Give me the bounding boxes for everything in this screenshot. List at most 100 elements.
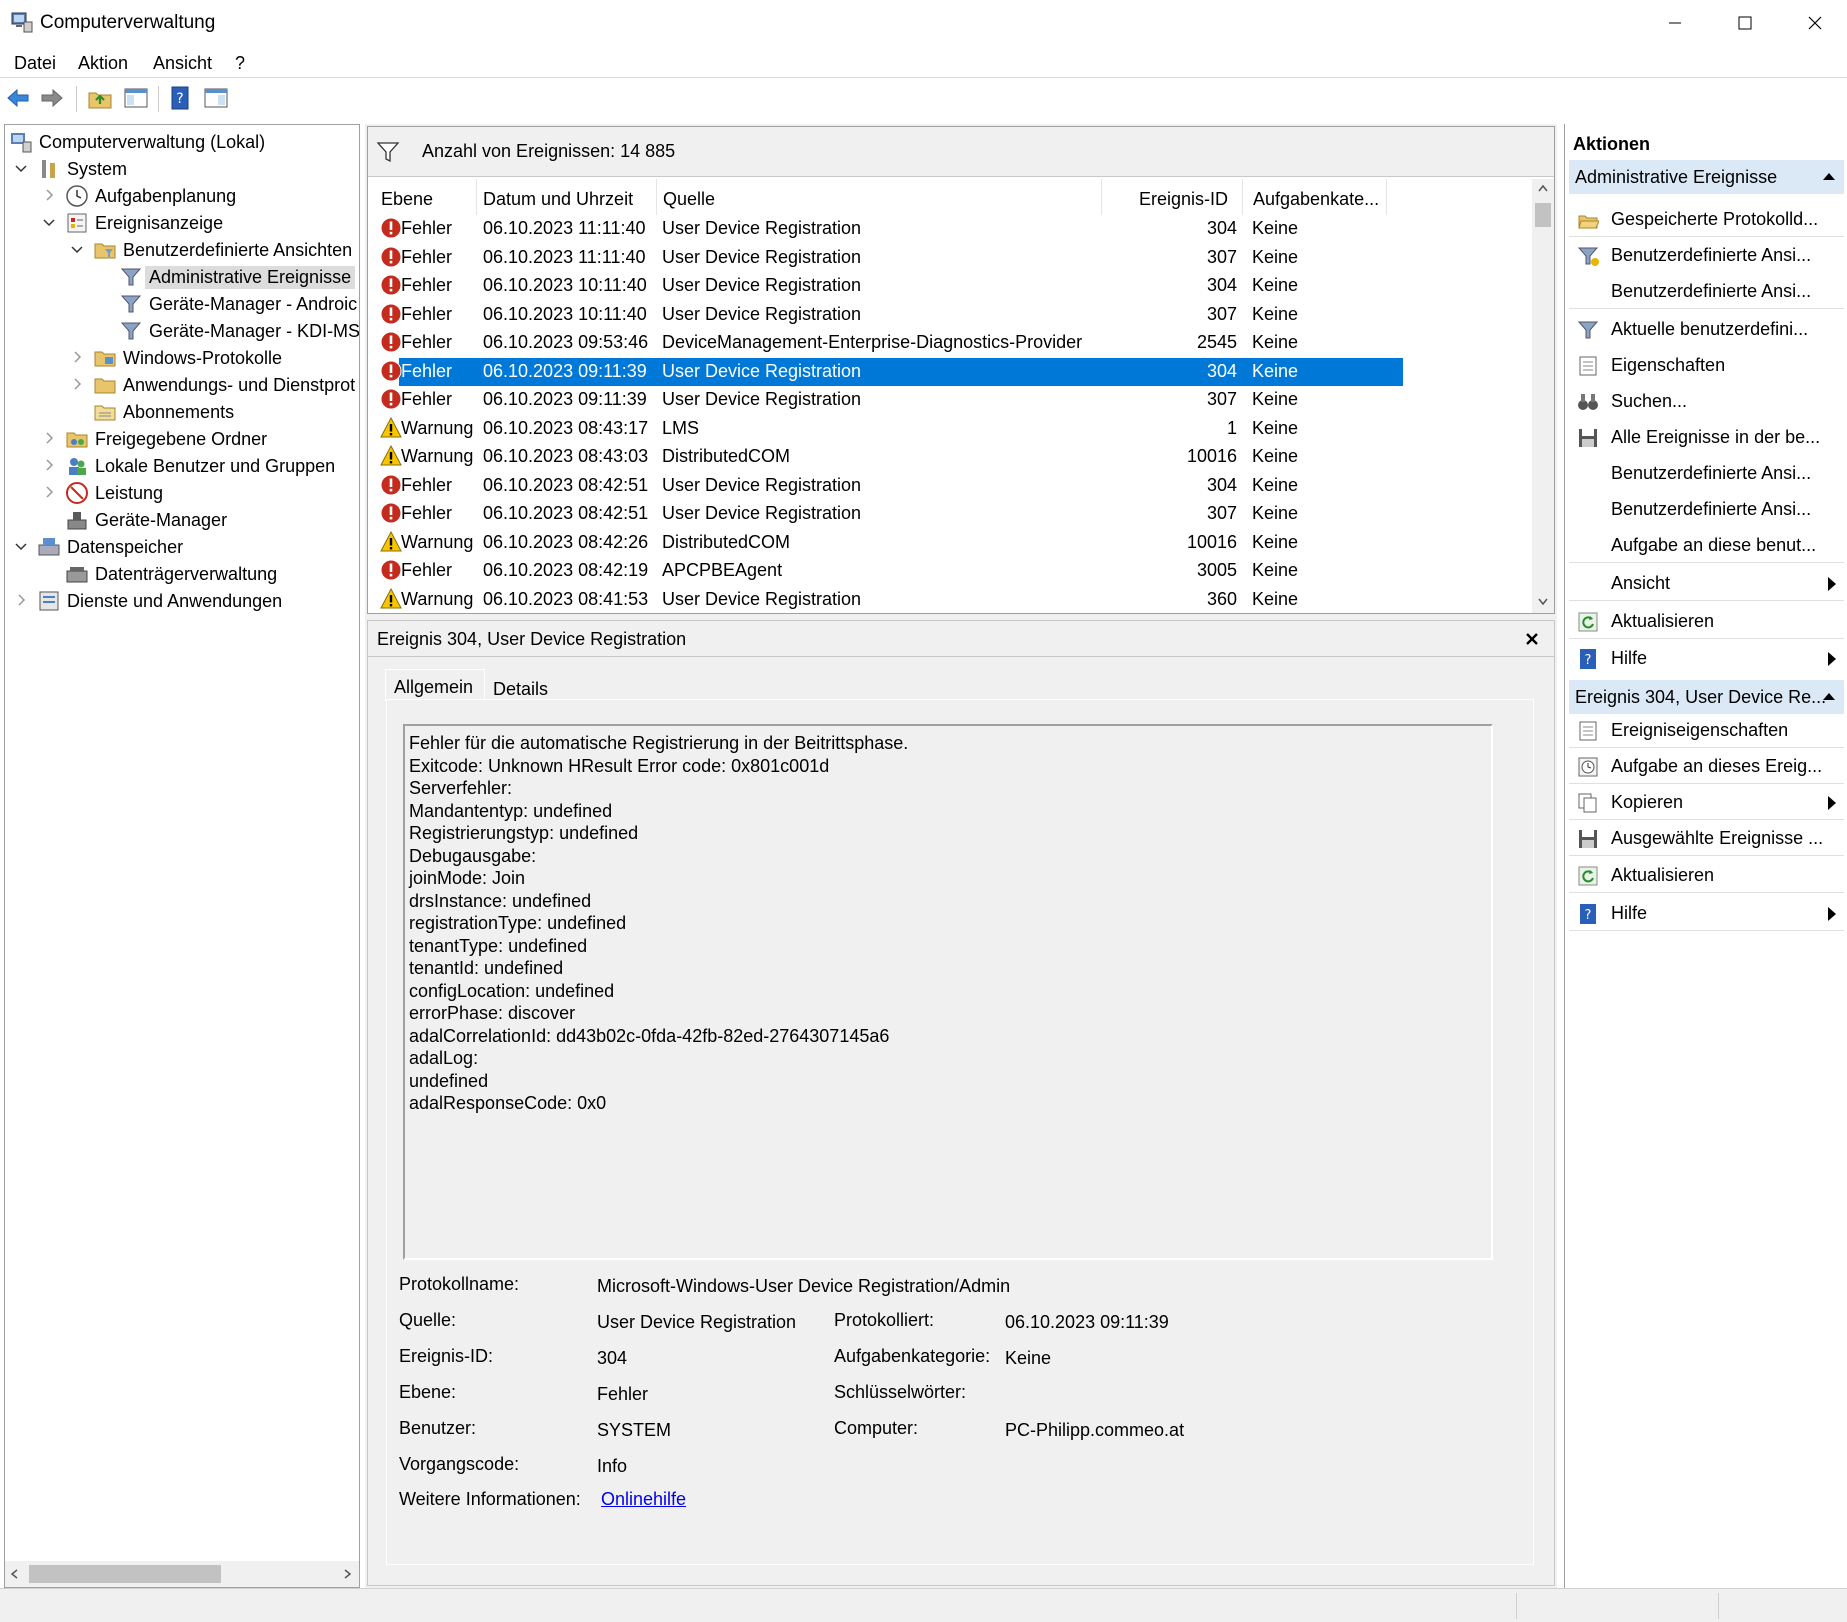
action-item[interactable]: Benutzerdefinierte Ansi... [1569,239,1844,273]
action-item[interactable]: Eigenschaften [1569,349,1844,383]
tree-node-administrative-ereignisse[interactable]: Administrative Ereignisse [5,264,356,291]
action-item[interactable]: Benutzerdefinierte Ansi... [1569,457,1844,491]
column-header-ebene[interactable]: Ebene [381,189,433,210]
action-item[interactable]: Gespeicherte Protokolld... [1569,203,1844,237]
tree-node-geraete-manager[interactable]: Geräte-Manager [5,507,355,534]
tree-node-geraete-manager-android[interactable]: Geräte-Manager - Androic [5,291,357,318]
event-message-box[interactable]: Fehler für die automatische Registrierun… [403,724,1493,1260]
event-row[interactable]: Fehler 06.10.2023 08:42:51 User Device Reg… [373,500,1403,528]
action-item[interactable]: Aktualisieren [1569,859,1844,893]
tree-node-benutzerdefinierte-ansichten[interactable]: Benutzerdefinierte Ansichten [5,237,355,264]
label-protokolliert: Protokolliert: [834,1310,935,1330]
event-list-scrollbar[interactable] [1532,179,1554,613]
menu-bar: Datei Aktion Ansicht ? [0,48,1847,78]
menu-datei[interactable]: Datei [14,53,56,74]
tree-node-freigegebene-ordner[interactable]: Freigegebene Ordner [5,426,355,453]
event-row[interactable]: Fehler 06.10.2023 11:11:40 User Device Reg… [373,215,1403,243]
forward-arrow-icon[interactable] [38,84,66,112]
scroll-thumb[interactable] [29,1565,221,1583]
action-item[interactable]: Ansicht [1569,567,1844,601]
event-row[interactable]: Fehler 06.10.2023 08:42:19 APCPBEAgent 3005… [373,557,1403,585]
tree-node-leistung[interactable]: Leistung [5,480,355,507]
chevron-down-icon[interactable] [41,214,57,230]
tree-node-geraete-manager-kdi[interactable]: Geräte-Manager - KDI-MS [5,318,359,345]
menu-ansicht[interactable]: Ansicht [153,53,212,74]
action-pane-icon[interactable] [202,84,230,112]
event-row[interactable]: Warnung 06.10.2023 08:43:17 LMS 1 Keine [373,415,1403,443]
chevron-right-icon[interactable] [13,592,29,608]
onlinehilfe-link[interactable]: Onlinehilfe [601,1489,686,1510]
event-row[interactable]: Fehler 06.10.2023 10:11:40 User Device Reg… [373,301,1403,329]
back-arrow-icon[interactable] [4,84,32,112]
event-row[interactable]: Fehler 06.10.2023 09:11:39 User Device Reg… [380,357,1403,386]
chevron-down-icon[interactable] [69,241,85,257]
chevron-down-icon[interactable] [13,160,29,176]
tree-node-dienste[interactable]: Dienste und Anwendungen [5,588,355,615]
action-item[interactable]: Ausgewählte Ereignisse ... [1569,822,1844,856]
tree-node-ereignisanzeige[interactable]: Ereignisanzeige [5,210,355,237]
action-section-ereignis-304[interactable]: Ereignis 304, User Device Re... [1569,680,1844,714]
action-item[interactable]: Aufgabe an dieses Ereig... [1569,750,1844,784]
tree-horizontal-scrollbar[interactable] [5,1561,359,1587]
up-folder-icon[interactable] [86,84,114,112]
tree-node-windows-protokolle[interactable]: Windows-Protokolle [5,345,355,372]
chevron-right-icon[interactable] [41,484,57,500]
close-detail-icon[interactable] [1524,631,1540,647]
chevron-right-icon[interactable] [69,349,85,365]
scroll-down-icon[interactable] [1537,595,1549,607]
help-book-icon[interactable]: ? [166,84,194,112]
action-item[interactable]: Alle Ereignisse in der be... [1569,421,1844,455]
maximize-button[interactable] [1710,0,1780,46]
menu-aktion[interactable]: Aktion [78,53,128,74]
event-row[interactable]: Fehler 06.10.2023 09:53:46 DeviceManagemen… [373,329,1403,357]
event-row[interactable]: Warnung 06.10.2023 08:41:53 User Device Re… [373,586,1403,614]
action-item[interactable]: Kopieren [1569,786,1844,820]
action-item[interactable]: Suchen... [1569,385,1844,419]
show-hide-tree-icon[interactable] [122,84,150,112]
action-item[interactable]: Ereigniseigenschaften [1569,714,1844,748]
collapse-up-icon[interactable] [1822,691,1836,701]
event-row[interactable]: Fehler 06.10.2023 09:11:39 User Device Reg… [373,386,1403,414]
tab-allgemein[interactable]: Allgemein [385,669,485,701]
close-window-button[interactable] [1780,0,1847,46]
chevron-down-icon[interactable] [13,538,29,554]
minimize-button[interactable] [1640,0,1710,46]
tree-node-system[interactable]: System [5,156,355,183]
column-header-aufgabenkategorie[interactable]: Aufgabenkate... [1253,189,1379,210]
action-item[interactable]: Benutzerdefinierte Ansi... [1569,493,1844,527]
chevron-right-icon[interactable] [41,187,57,203]
action-section-administrative-ereignisse[interactable]: Administrative Ereignisse [1569,160,1844,194]
tree-node-datenspeicher[interactable]: Datenspeicher [5,534,355,561]
tree-node-lokale-benutzer[interactable]: Lokale Benutzer und Gruppen [5,453,355,480]
column-header-datum[interactable]: Datum und Uhrzeit [483,189,633,210]
event-row[interactable]: Warnung 06.10.2023 08:42:26 DistributedCOM… [373,529,1403,557]
event-row[interactable]: Fehler 06.10.2023 11:11:40 User Device Reg… [373,244,1403,272]
tab-details[interactable]: Details [489,675,561,701]
scroll-right-icon[interactable] [341,1568,353,1580]
chevron-right-icon[interactable] [69,376,85,392]
tree-node-abonnements[interactable]: Abonnements [5,399,355,426]
tree-node-anwendungs-protokolle[interactable]: Anwendungs- und Dienstprot [5,372,355,399]
chevron-right-icon[interactable] [41,430,57,446]
collapse-up-icon[interactable] [1822,171,1836,181]
action-item[interactable]: Aufgabe an diese benut... [1569,529,1844,563]
menu-help[interactable]: ? [235,53,245,74]
window-title: Computerverwaltung [40,12,216,33]
chevron-right-icon[interactable] [41,457,57,473]
scroll-left-icon[interactable] [9,1568,21,1580]
column-header-ereignis-id[interactable]: Ereignis-ID [1139,189,1228,210]
action-item[interactable]: ? Hilfe [1569,642,1844,676]
action-item[interactable]: Aktuelle benutzerdefini... [1569,313,1844,347]
event-row[interactable]: Fehler 06.10.2023 10:11:40 User Device Reg… [373,272,1403,300]
scroll-thumb[interactable] [1535,203,1551,227]
tree-node-datentraegerverwaltung[interactable]: Datenträgerverwaltung [5,561,355,588]
scroll-up-icon[interactable] [1537,183,1549,195]
action-item[interactable]: Benutzerdefinierte Ansi... [1569,275,1844,309]
action-item[interactable]: Aktualisieren [1569,605,1844,639]
event-row[interactable]: Warnung 06.10.2023 08:43:03 DistributedCOM… [373,443,1403,471]
column-header-quelle[interactable]: Quelle [663,189,715,210]
tree-node-aufgabenplanung[interactable]: Aufgabenplanung [5,183,355,210]
event-row[interactable]: Fehler 06.10.2023 08:42:51 User Device Reg… [373,472,1403,500]
tree-node-root[interactable]: Computerverwaltung (Lokal) [5,129,355,156]
action-item[interactable]: ? Hilfe [1569,897,1844,931]
